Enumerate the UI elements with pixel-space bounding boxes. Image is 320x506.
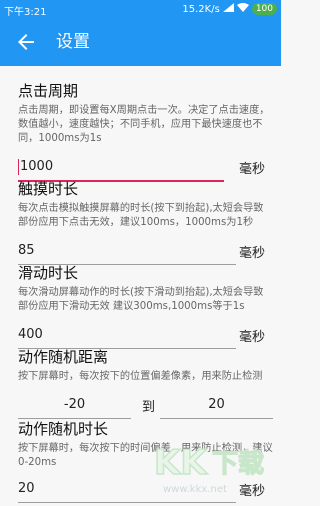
wifi-icon [236,3,249,15]
touch-duration-input[interactable]: 85 [18,238,236,265]
random-distance-max-input[interactable]: 20 [160,392,273,419]
random-distance-min-input[interactable]: -20 [18,392,131,419]
watermark-logo: KK 下载 [150,440,270,484]
range-separator: 到 [142,400,156,415]
section-title: 动作随机时长 [18,420,109,438]
section-title: 滑动时长 [18,264,79,282]
section-swipe-duration: 滑动时长 每次滑动屏幕动作的时长(按下滑动到抬起),太短会导致部份应用下滑动无效… [18,262,273,352]
signal-icon [222,3,234,15]
unit-label: 毫秒 [238,162,265,177]
app-bar: 设置 [0,18,281,66]
status-time: 下午3:21 [4,7,47,18]
random-distance-min-value: -20 [63,397,86,412]
swipe-duration-input[interactable]: 400 [18,322,236,349]
svg-text:下载: 下载 [212,449,264,479]
section-title: 触摸时长 [18,180,79,198]
random-distance-max-value: 20 [208,397,225,412]
click-period-value: 1000 [20,159,54,174]
unit-label: 毫秒 [238,246,265,261]
watermark-url: www.kkx.net [163,484,227,495]
back-arrow-icon[interactable] [14,30,38,54]
section-title: 点击周期 [18,82,79,100]
page-title: 设置 [56,32,90,52]
status-bar: 下午3:21 15.2K/s 100 [0,0,281,18]
section-description: 点击周期，即设置每X周期点击一次。决定了点击速度，数值越小，速度越快；不同手机，… [18,105,270,144]
swipe-duration-value: 400 [18,327,43,342]
section-description: 每次点击模拟触摸屏幕的时长(按下到抬起),太短会导致部份应用下点击无效，建议10… [18,203,264,228]
section-description: 按下屏幕时，每次按下的位置偏差像素，用来防止检测 [18,371,263,382]
unit-label: 毫秒 [238,330,265,345]
svg-text:KK: KK [154,443,208,482]
random-duration-value: 20 [18,481,35,496]
section-touch-duration: 触摸时长 每次点击模拟触摸屏幕的时长(按下到抬起),太短会导致部份应用下点击无效… [18,178,273,268]
section-click-period: 点击周期 点击周期，即设置每X周期点击一次。决定了点击速度，数值越小，速度越快；… [18,80,273,184]
status-icons: 15.2K/s 100 [182,3,277,15]
unit-label: 毫秒 [238,484,265,499]
section-description: 每次滑动屏幕动作的时长(按下滑动到抬起),太短会导致部份应用下滑动无效 建议30… [18,287,264,312]
text-caret [18,158,19,175]
network-speed: 15.2K/s [182,3,220,15]
battery-icon: 100 [251,3,277,15]
section-random-distance: 动作随机距离 按下屏幕时，每次按下的位置偏差像素，用来防止检测 -20 到 20 [18,346,273,422]
touch-duration-value: 85 [18,243,35,258]
section-title: 动作随机距离 [18,348,109,366]
